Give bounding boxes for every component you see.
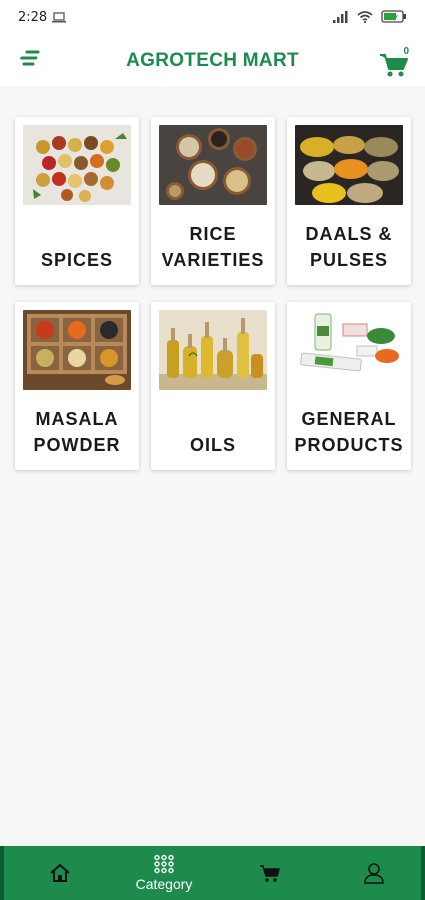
- app-bar: AGROTECH MART 0: [0, 36, 425, 86]
- signal-icon: [333, 10, 348, 23]
- wifi-icon: [357, 10, 373, 23]
- spices-image: [23, 125, 131, 205]
- category-card-daals-pulses[interactable]: DAALS & PULSES: [287, 117, 411, 285]
- grid-icon: [154, 854, 174, 874]
- bottom-nav: Category: [0, 846, 425, 900]
- nav-home[interactable]: [40, 846, 80, 900]
- nav-profile[interactable]: [354, 846, 394, 900]
- user-icon: [364, 863, 384, 884]
- app-title: AGROTECH MART: [126, 50, 299, 71]
- general-products-image: [295, 310, 403, 390]
- status-time: 2:28: [18, 10, 48, 25]
- cart-badge: 0: [403, 46, 409, 57]
- nav-category[interactable]: Category: [124, 846, 204, 900]
- category-card-general-products[interactable]: GENERAL PRODUCTS: [287, 302, 411, 470]
- home-icon: [50, 863, 70, 882]
- category-label: MASALA POWDER: [33, 409, 121, 455]
- category-card-masala-powder[interactable]: MASALA POWDER: [15, 302, 139, 470]
- daals-image: [295, 125, 403, 205]
- cart-icon: [260, 865, 280, 882]
- category-card-spices[interactable]: SPICES: [15, 117, 139, 285]
- category-label: GENERAL PRODUCTS: [294, 409, 404, 455]
- battery-icon: [381, 10, 406, 23]
- nav-category-label: Category: [135, 876, 193, 892]
- laptop-icon: [52, 12, 66, 23]
- category-label: OILS: [189, 435, 236, 455]
- masala-image: [23, 310, 131, 390]
- oils-image: [159, 310, 267, 390]
- rice-image: [159, 125, 267, 205]
- category-label: SPICES: [40, 250, 114, 270]
- category-card-oils[interactable]: OILS: [151, 302, 275, 470]
- nav-cart[interactable]: [250, 846, 290, 900]
- status-bar: 2:28: [0, 0, 425, 36]
- category-label: DAALS & PULSES: [305, 224, 393, 270]
- category-card-rice-varieties[interactable]: RICE VARIETIES: [151, 117, 275, 285]
- category-label: RICE VARIETIES: [161, 224, 265, 270]
